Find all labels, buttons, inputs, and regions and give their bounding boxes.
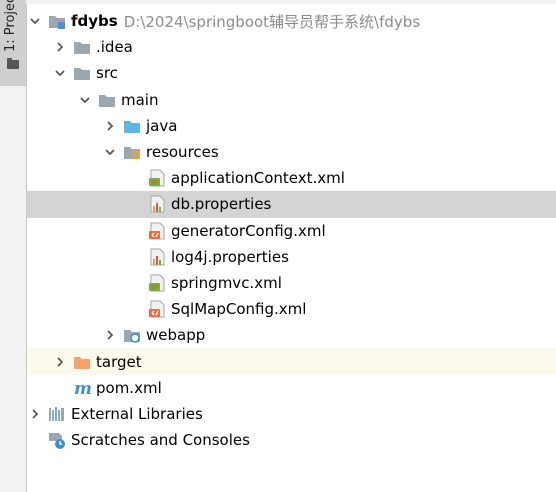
tree-node-applicationcontext-xml[interactable]: applicationContext.xml <box>27 165 556 191</box>
source-folder-icon <box>123 117 141 135</box>
tree-node-label: target <box>96 352 142 371</box>
xml-file-icon <box>148 300 166 318</box>
tree-node-sqlmapconfig-xml[interactable]: SqlMapConfig.xml <box>27 296 556 322</box>
tree-node-src[interactable]: src <box>27 60 556 86</box>
arrow-placeholder <box>130 226 140 236</box>
arrow-placeholder <box>130 278 140 288</box>
header-edge <box>26 0 556 4</box>
collapse-arrow-icon[interactable] <box>105 147 115 157</box>
resources-folder-icon <box>123 143 141 161</box>
folder-icon <box>73 38 91 56</box>
tree-node-springmvc-xml[interactable]: springmvc.xml <box>27 270 556 296</box>
excluded-folder-icon <box>73 353 91 371</box>
maven-icon: m <box>73 379 91 397</box>
properties-file-icon <box>148 195 166 213</box>
arrow-placeholder <box>130 199 140 209</box>
tree-node-log4j-properties[interactable]: log4j.properties <box>27 244 556 270</box>
tree-node-label: log4j.properties <box>171 247 289 266</box>
tree-node-label: src <box>96 64 118 83</box>
tree-node-pom-xml[interactable]: m pom.xml <box>27 375 556 401</box>
expand-arrow-icon[interactable] <box>105 121 115 131</box>
scratches-icon <box>48 431 66 450</box>
arrow-placeholder <box>130 304 140 314</box>
tree-node-label: db.properties <box>171 195 272 214</box>
arrow-placeholder <box>130 173 140 183</box>
tree-node-label: resources <box>146 143 219 162</box>
tree-node-label: Scratches and Consoles <box>71 431 250 450</box>
arrow-placeholder <box>30 435 40 445</box>
collapse-arrow-icon[interactable] <box>55 68 65 78</box>
libraries-icon <box>48 405 66 423</box>
arrow-placeholder <box>130 252 140 262</box>
expand-arrow-icon[interactable] <box>30 409 40 419</box>
tree-node-main[interactable]: main <box>27 87 556 113</box>
tree-node-label: fdybs <box>71 12 118 31</box>
xml-file-icon <box>148 222 166 240</box>
project-tab-label: 1: Project <box>3 0 18 52</box>
arrow-placeholder <box>55 383 65 393</box>
svg-text:m: m <box>74 379 91 397</box>
tree-node-label: java <box>146 116 178 135</box>
web-folder-icon <box>123 326 141 344</box>
tree-node-fdybs[interactable]: fdybs D:\2024\springboot辅导员帮手系统\fdybs <box>27 8 556 34</box>
tree-node-external-libraries[interactable]: External Libraries <box>27 401 556 427</box>
project-folder-icon <box>7 58 19 69</box>
folder-icon <box>73 64 91 82</box>
tree-node-generatorconfig-xml[interactable]: generatorConfig.xml <box>27 218 556 244</box>
project-tree[interactable]: fdybs D:\2024\springboot辅导员帮手系统\fdybs .ide… <box>27 8 556 453</box>
tree-node-label: .idea <box>96 38 133 57</box>
project-tool-tab[interactable]: 1: Project <box>0 0 26 86</box>
tree-node-label: applicationContext.xml <box>171 169 345 188</box>
project-path: D:\2024\springboot辅导员帮手系统\fdybs <box>123 12 421 31</box>
tree-node-idea[interactable]: .idea <box>27 34 556 60</box>
tree-node-label: webapp <box>146 326 206 345</box>
tree-node-resources[interactable]: resources <box>27 139 556 165</box>
tree-node-db-properties[interactable]: db.properties <box>27 191 556 218</box>
tree-node-label: main <box>121 90 159 109</box>
collapse-arrow-icon[interactable] <box>80 95 90 105</box>
tree-node-target[interactable]: target <box>27 348 556 375</box>
folder-icon <box>98 91 116 109</box>
expand-arrow-icon[interactable] <box>105 330 115 340</box>
collapse-arrow-icon[interactable] <box>30 16 40 26</box>
tool-window-strip: 1: Project <box>0 0 27 492</box>
spring-xml-icon <box>148 274 166 292</box>
tree-node-webapp[interactable]: webapp <box>27 322 556 348</box>
tree-node-label: External Libraries <box>71 404 203 423</box>
tree-node-scratches-and-consoles[interactable]: Scratches and Consoles <box>27 427 556 453</box>
expand-arrow-icon[interactable] <box>55 42 65 52</box>
module-folder-icon <box>48 12 66 30</box>
expand-arrow-icon[interactable] <box>55 356 65 367</box>
spring-xml-icon <box>148 169 166 187</box>
tree-node-label: pom.xml <box>96 378 162 397</box>
tree-node-label: generatorConfig.xml <box>171 221 326 240</box>
properties-file-icon <box>148 248 166 266</box>
tree-node-label: SqlMapConfig.xml <box>171 300 307 319</box>
tree-node-java[interactable]: java <box>27 113 556 139</box>
tree-node-label: springmvc.xml <box>171 273 282 292</box>
